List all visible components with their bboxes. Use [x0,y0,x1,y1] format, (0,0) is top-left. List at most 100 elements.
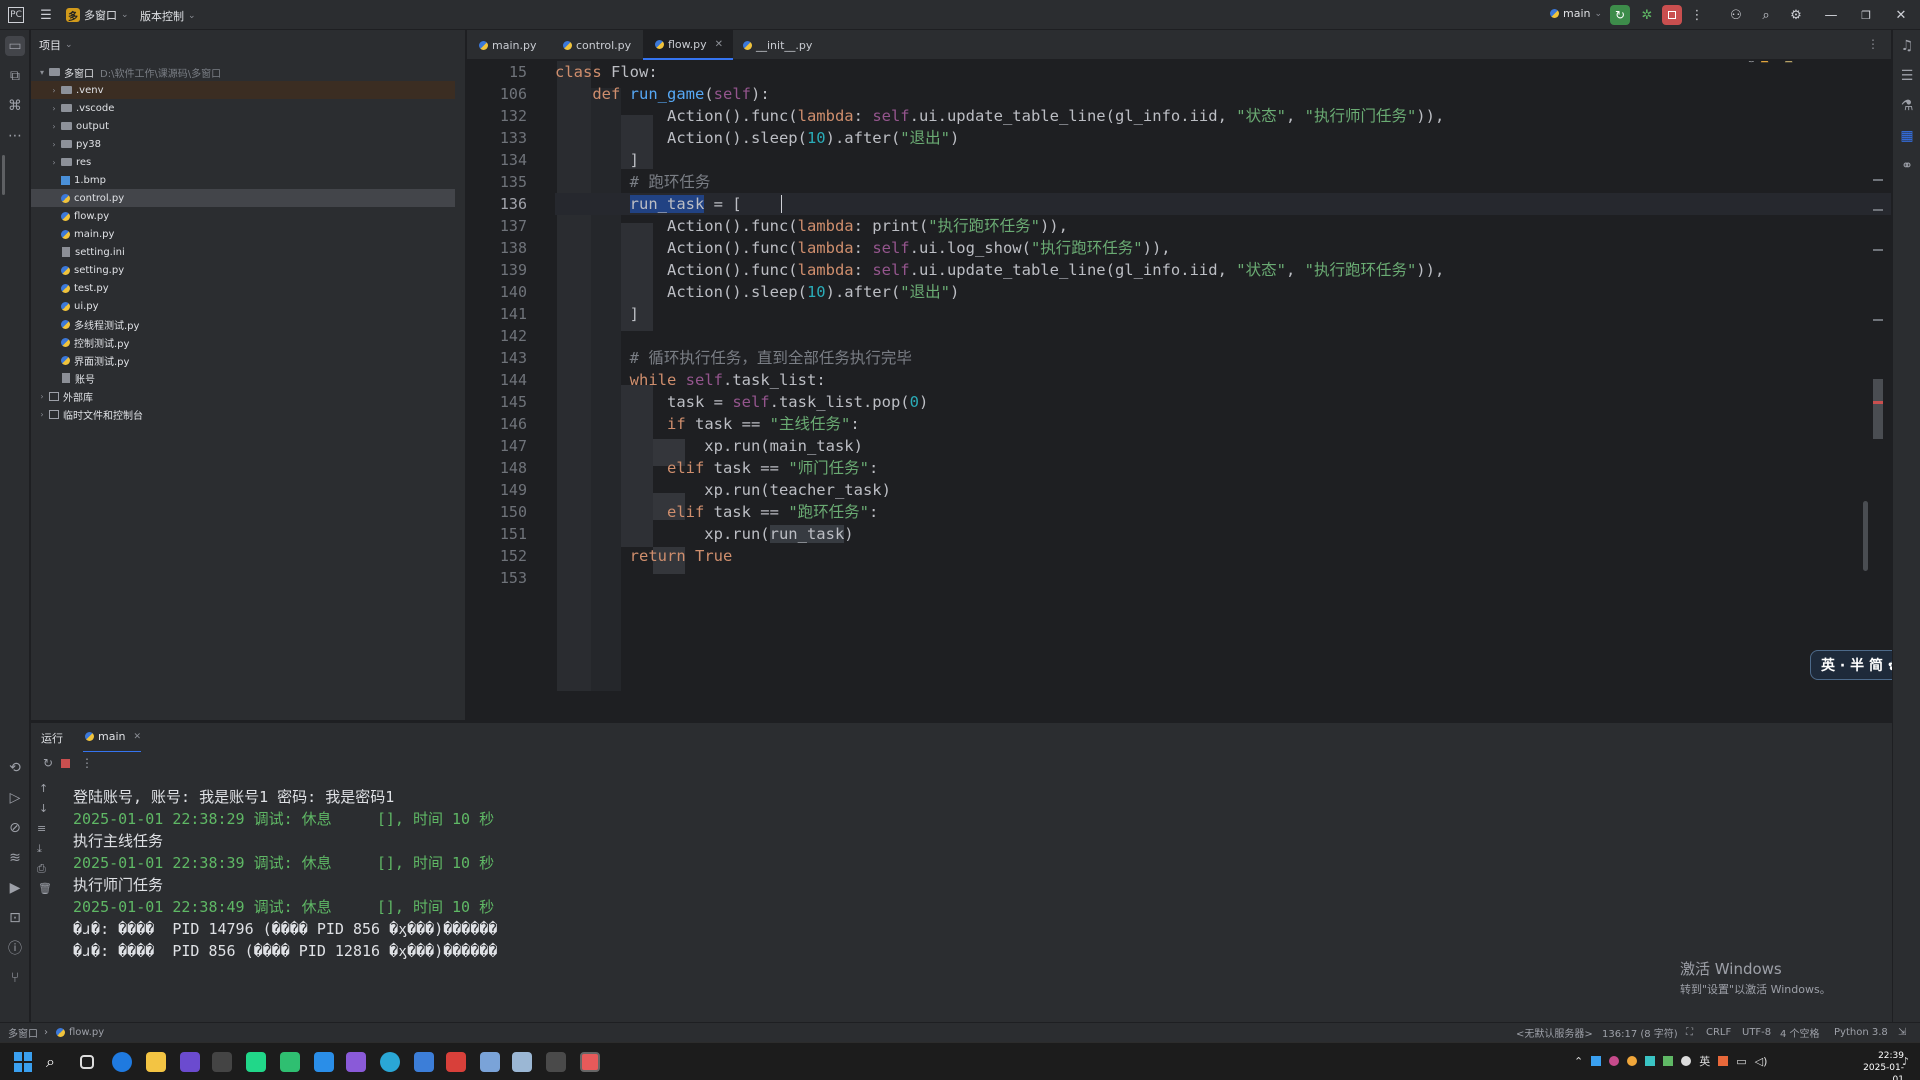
tree-file[interactable]: control.py [31,189,455,207]
account-icon[interactable]: ⚇ [1726,5,1746,25]
tree-root[interactable]: ▾ 多窗口 D:\软件工作\课源码\多窗口 [31,63,455,81]
code-line[interactable]: xp.run(teacher_task) [555,479,1891,501]
tab-main-py[interactable]: main.py [467,30,546,60]
tab-init-py[interactable]: __init__.py [731,30,822,60]
app-icon[interactable] [580,1052,600,1072]
tray-app-icon[interactable] [1609,1056,1620,1066]
wps-icon[interactable] [446,1052,466,1072]
soft-wrap-icon[interactable]: ≡ [37,822,46,835]
minimize-button[interactable]: — [1820,5,1842,25]
project-panel-header[interactable]: 项目 ⌄ [31,30,465,60]
app-logo-icon[interactable]: PC [8,7,24,23]
code-line[interactable]: ] [555,303,1891,325]
browser-app-icon[interactable] [112,1052,132,1072]
code-line[interactable]: def run_game(self): [555,83,1891,105]
vcs-menu[interactable]: 版本控制 ⌄ [140,8,196,24]
close-button[interactable]: ✕ [1890,5,1912,25]
line-number[interactable]: 149 [477,479,527,501]
line-number[interactable]: 152 [477,545,527,567]
debug-tool-icon[interactable]: ▶ [5,878,25,898]
tree-file[interactable]: 账号 [31,369,455,387]
status-python-version[interactable]: Python 3.8 [1834,1027,1888,1038]
scrollbar-thumb[interactable] [1863,501,1868,571]
code-line[interactable]: Action().func(lambda: self.ui.update_tab… [555,259,1891,281]
line-number[interactable]: 135 [477,171,527,193]
inspection-widget[interactable]: ◉ ▲ 1 ▲ 1 ✓ 3 ⌃ ⌄ [1747,61,1855,64]
main-menu-icon[interactable]: ☰ [36,5,56,25]
structure-icon[interactable]: ⌘ [5,96,25,116]
tree-file[interactable]: test.py [31,279,455,297]
tree-file[interactable]: flow.py [31,207,455,225]
close-icon[interactable]: ✕ [133,732,141,742]
notification-center-icon[interactable]: ♪ [1902,1055,1909,1068]
restore-button[interactable]: ❐ [1855,5,1877,25]
python-console-icon[interactable]: ⟲ [5,758,25,778]
code-line[interactable]: Action().sleep(10).after("退出") [555,127,1891,149]
python-packages-icon[interactable]: ⧉ [5,66,25,86]
line-gutter[interactable]: 15 106 132 133 134 135 136 137 138 139 140 141 142 14… [467,61,527,721]
search-icon[interactable]: ⌕ [46,1052,66,1072]
tab-options-icon[interactable]: ⋮ [1867,37,1879,51]
line-number[interactable]: 106 [477,83,527,105]
ai-assistant-icon[interactable]: ⚗ [1897,96,1917,116]
line-number[interactable]: 143 [477,347,527,369]
line-number[interactable]: 137 [477,215,527,237]
notifications-icon[interactable]: ⇲ [1898,1027,1906,1038]
stop-run-icon[interactable] [61,759,70,768]
taskbar-clock[interactable]: 22:39 2025-01-01 [1860,1050,1904,1080]
line-number[interactable]: 139 [477,259,527,281]
line-number[interactable]: 141 [477,303,527,325]
run-tool-icon[interactable]: ▷ [5,788,25,808]
git-icon[interactable]: ⑂ [5,968,25,988]
line-number[interactable]: 136 [477,193,527,215]
code-line[interactable]: xp.run(main_task) [555,435,1891,457]
tree-file[interactable]: ui.py [31,297,455,315]
tray-app-icon[interactable] [1591,1056,1602,1066]
code-line[interactable]: task = self.task_list.pop(0) [555,391,1891,413]
lock-icon[interactable]: ⛶ [1686,1027,1693,1038]
tree-folder[interactable]: › output [31,117,455,135]
line-number[interactable]: 150 [477,501,527,523]
chevron-down-icon[interactable]: ⌄ [1847,61,1855,64]
arrow-up-icon[interactable]: ↑ [39,782,48,795]
tree-folder[interactable]: › py38 [31,135,455,153]
chevron-up-icon[interactable]: ⌃ [1834,61,1842,64]
code-line[interactable]: while self.task_list: [555,369,1891,391]
line-number[interactable]: 132 [477,105,527,127]
tray-chevron-icon[interactable]: ⌃ [1574,1055,1583,1068]
tray-ime-indicator[interactable]: 英 [1699,1053,1710,1069]
app-icon[interactable] [546,1052,566,1072]
code-line[interactable]: ] [555,149,1891,171]
line-number[interactable]: 133 [477,127,527,149]
problems-icon[interactable]: ⓘ [5,938,25,958]
file-explorer-icon[interactable] [146,1052,166,1072]
tree-folder[interactable]: › .venv [31,81,455,99]
status-encoding[interactable]: UTF-8 [1742,1027,1771,1038]
status-position[interactable]: 136:17 (8 字符) [1602,1025,1678,1040]
more-icon[interactable]: ⋮ [81,756,93,770]
terminal-icon[interactable]: ⊡ [5,908,25,928]
edge-icon[interactable] [380,1052,400,1072]
code-line[interactable]: if task == "主线任务": [555,413,1891,435]
code-line[interactable]: Action().func(lambda: self.ui.log_show("… [555,237,1891,259]
services-icon[interactable]: ⊘ [5,818,25,838]
line-number[interactable]: 153 [477,567,527,589]
tray-app-icon[interactable] [1663,1056,1674,1066]
code-line[interactable]: class Flow: [555,61,1891,83]
more-tools-icon[interactable]: ⋯ [5,126,25,146]
tree-file[interactable]: setting.py [31,261,455,279]
app-icon[interactable] [280,1052,300,1072]
line-number[interactable]: 142 [477,325,527,347]
rerun-button[interactable]: ↻ [1610,5,1630,25]
search-icon[interactable]: ⌕ [1756,5,1776,25]
code-editor[interactable]: 15 106 132 133 134 135 136 137 138 139 140 141 142 14… [467,61,1891,721]
run-console[interactable]: 登陆账号, 账号: 我是账号1 密码: 我是密码1 2025-01-01 22:3… [59,778,1892,1022]
line-number[interactable]: 138 [477,237,527,259]
tab-flow-py[interactable]: flow.py ✕ [643,30,734,60]
status-indent[interactable]: 4 个空格 [1780,1025,1820,1040]
project-switcher[interactable]: 多 多窗口 ⌄ [66,7,129,23]
network-icon[interactable]: ▭ [1736,1055,1746,1068]
tree-external-libs[interactable]: › 外部库 [31,387,455,405]
line-number[interactable]: 140 [477,281,527,303]
project-tool-icon[interactable]: ▭ [5,36,25,56]
